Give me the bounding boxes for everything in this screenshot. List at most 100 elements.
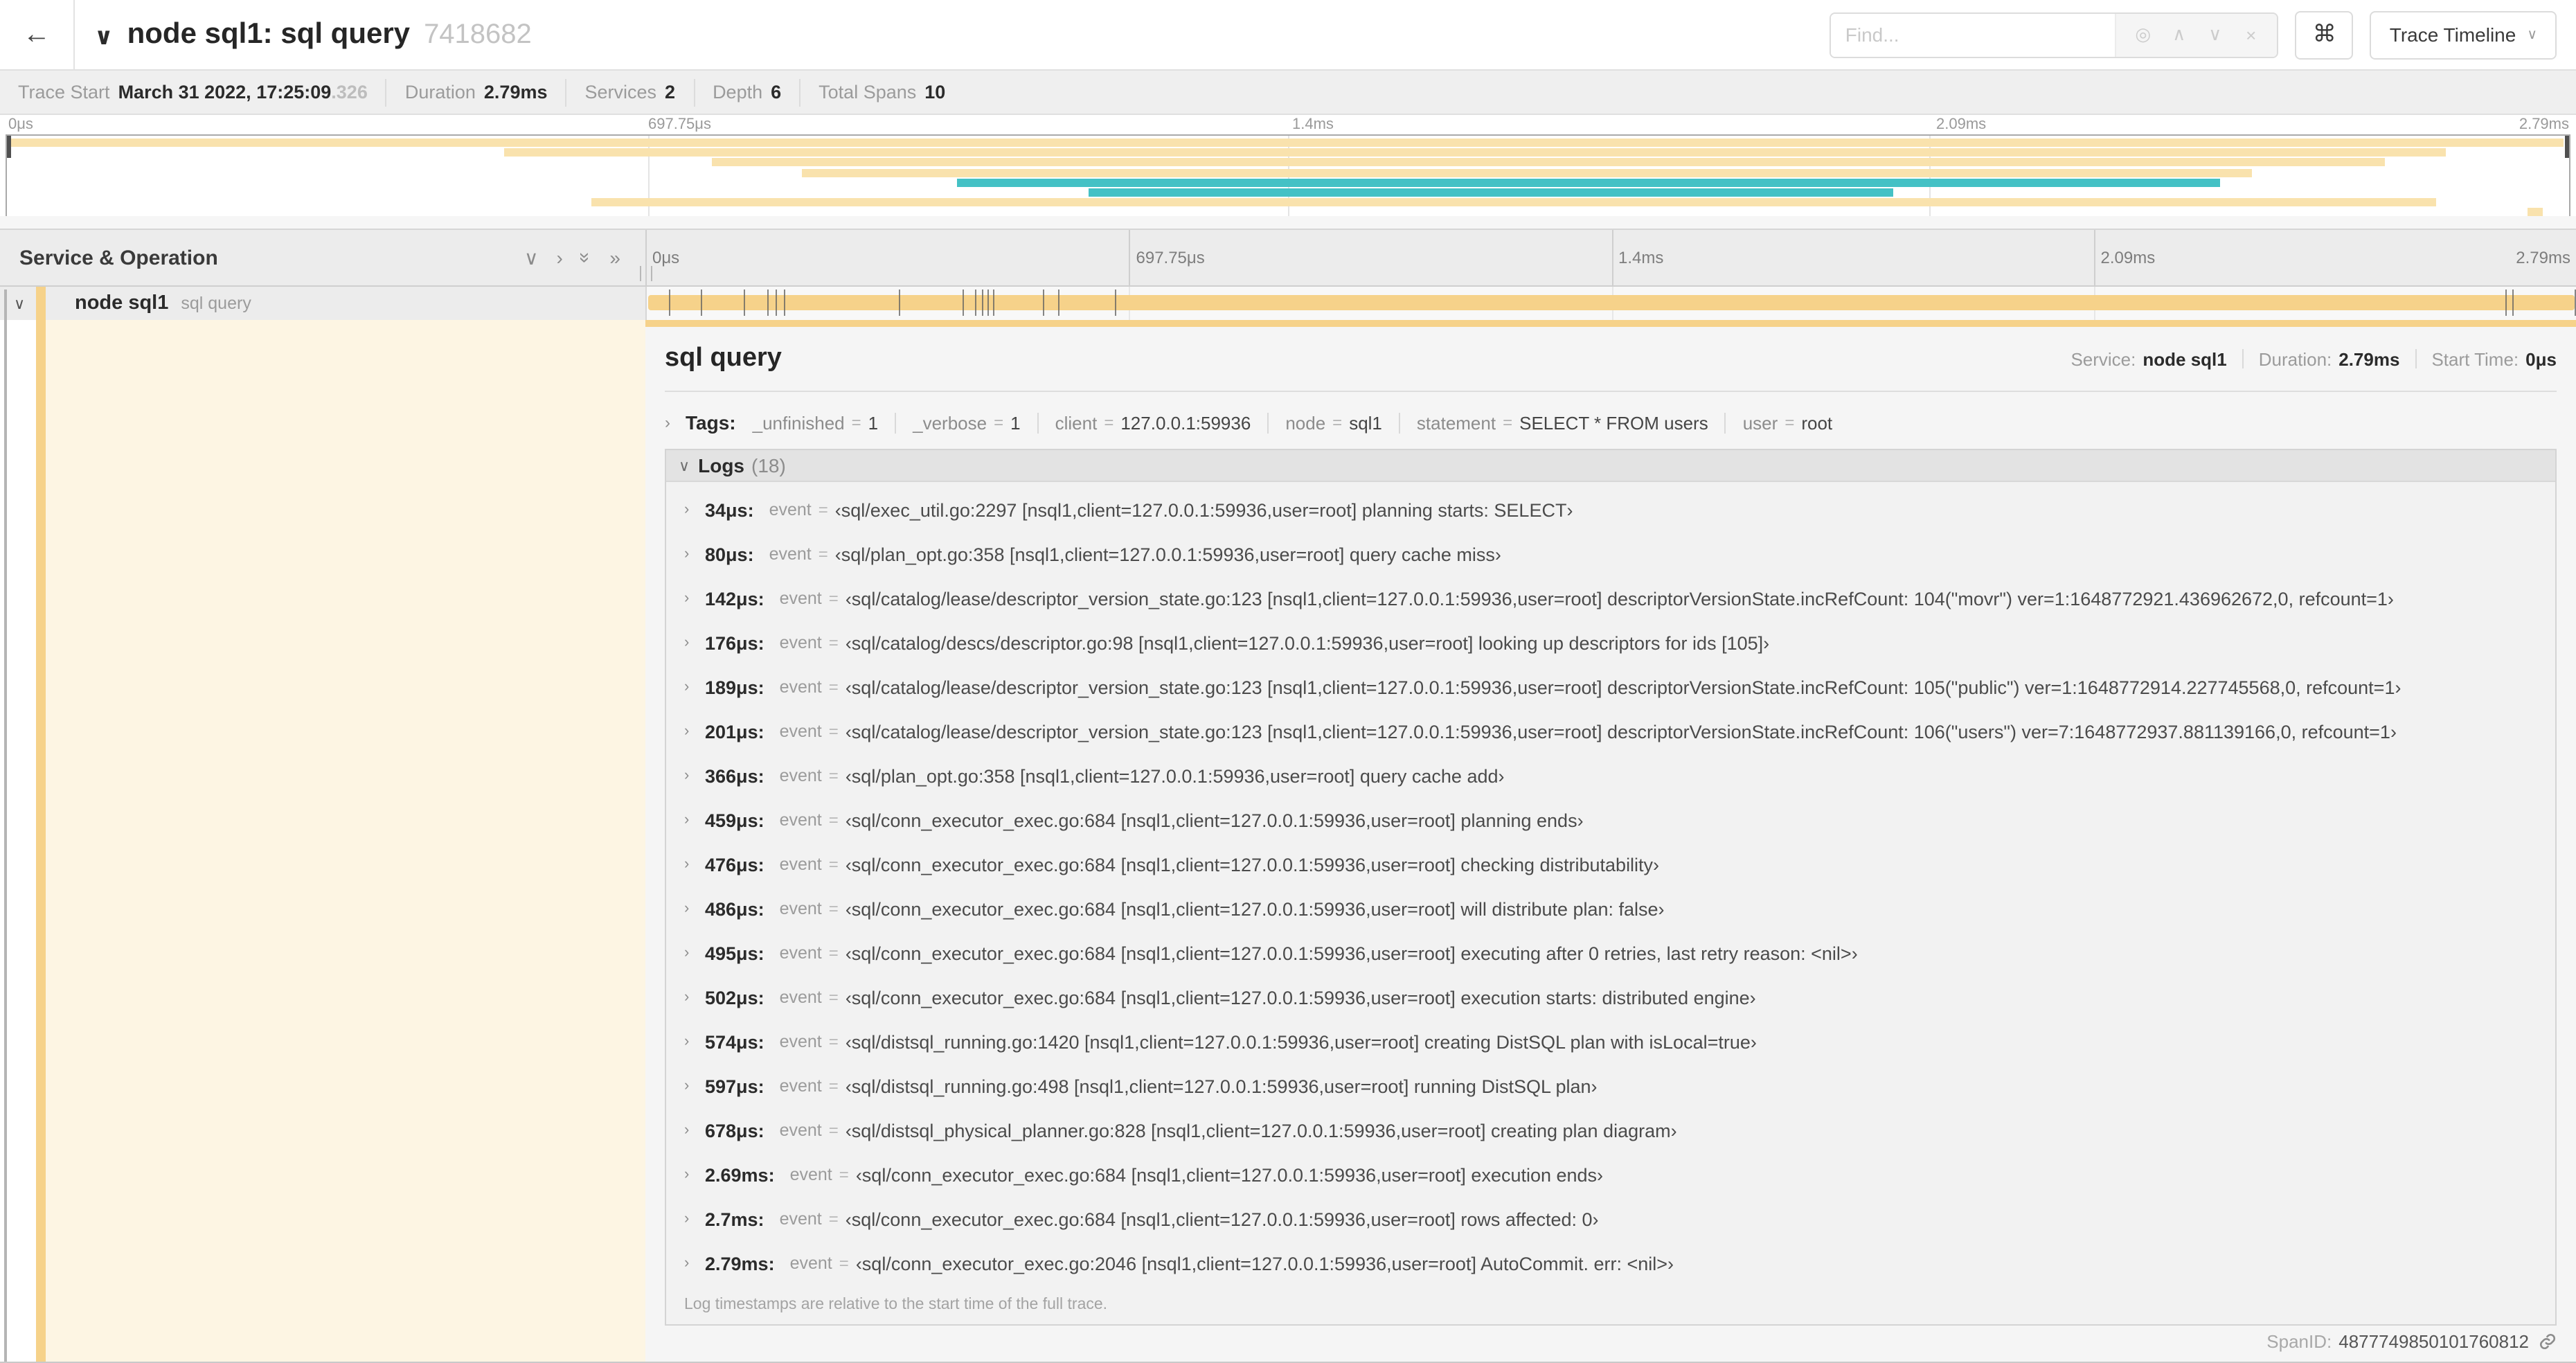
log-marker-tick[interactable]: [1114, 289, 1116, 316]
span-duration-bar[interactable]: [648, 295, 2575, 310]
tag-key: _unfinished: [752, 412, 845, 433]
log-timestamp: 366μs:: [705, 765, 764, 786]
trace-title-wrap: ∨ node sql1: sql query 7418682: [94, 18, 532, 51]
log-row[interactable]: › 2.7ms: event = ‹sql/conn_executor_exec.go:…: [666, 1197, 2555, 1241]
log-chevron-icon: ›: [684, 679, 690, 695]
log-field-value: ‹sql/conn_executor_exec.go:684 [nsql1,cl…: [845, 810, 1584, 830]
tag-divider: [1398, 412, 1400, 433]
logs-header[interactable]: ∨ Logs (18): [666, 450, 2555, 482]
log-marker-tick[interactable]: [898, 289, 900, 316]
log-field-value: ‹sql/catalog/lease/descriptor_version_st…: [845, 677, 2401, 697]
log-marker-tick[interactable]: [743, 289, 745, 316]
tag-item: _unfinished = 1: [753, 412, 879, 433]
log-marker-tick[interactable]: [668, 289, 670, 316]
minimap-tick-label: 697.75μs: [648, 116, 711, 133]
clear-search-icon[interactable]: ×: [2233, 24, 2269, 45]
collapse-all-icon[interactable]: »: [575, 252, 598, 263]
view-select-button[interactable]: Trace Timeline ∨: [2370, 10, 2557, 59]
log-row[interactable]: › 34μs: event = ‹sql/exec_util.go:2297 [nsql…: [666, 488, 2555, 532]
log-marker-tick[interactable]: [700, 289, 702, 316]
trace-info-label: Depth: [713, 82, 763, 103]
log-equals: =: [828, 810, 839, 830]
minimap-right-handle[interactable]: [2565, 136, 2569, 158]
log-marker-tick[interactable]: [981, 289, 983, 316]
span-bar-cell[interactable]: [645, 287, 2576, 320]
keyboard-shortcuts-button[interactable]: ⌘: [2295, 10, 2354, 59]
log-row[interactable]: › 678μs: event = ‹sql/distsql_physical_plann…: [666, 1108, 2555, 1152]
log-marker-tick[interactable]: [776, 289, 778, 316]
log-marker-tick[interactable]: [992, 289, 994, 316]
log-row[interactable]: › 597μs: event = ‹sql/distsql_running.go:498…: [666, 1064, 2555, 1108]
log-equals: =: [839, 1165, 849, 1184]
logs-chevron-icon: ∨: [679, 458, 690, 474]
log-field-value: ‹sql/conn_executor_exec.go:684 [nsql1,cl…: [845, 1209, 1599, 1229]
log-marker-tick[interactable]: [767, 289, 769, 316]
prev-result-icon[interactable]: ∧: [2161, 24, 2197, 46]
log-row[interactable]: › 201μs: event = ‹sql/catalog/lease/descript…: [666, 709, 2555, 754]
span-children-chevron-icon[interactable]: ∨: [14, 294, 33, 312]
log-chevron-icon: ›: [684, 900, 690, 917]
log-field-key: event: [779, 1076, 822, 1096]
axis-tick-label: 0μs: [652, 248, 680, 267]
log-field-value: ‹sql/exec_util.go:2297 [nsql1,client=127…: [834, 499, 1573, 520]
left-scroll-indicator[interactable]: [4, 289, 6, 1363]
log-marker-tick[interactable]: [963, 289, 965, 316]
focus-target-icon[interactable]: ◎: [2125, 24, 2161, 46]
log-marker-tick[interactable]: [974, 289, 976, 316]
log-marker-tick[interactable]: [1042, 289, 1044, 316]
log-row[interactable]: › 574μs: event = ‹sql/distsql_running.go:142…: [666, 1019, 2555, 1064]
log-marker-tick[interactable]: [987, 289, 990, 316]
log-equals: =: [828, 722, 839, 741]
log-field-key: event: [789, 1254, 832, 1273]
tags-row[interactable]: › Tags: _unfinished = 1 _verbose = 1 client = 12…: [665, 406, 2557, 439]
trace-info-suffix: .326: [331, 82, 368, 103]
back-button[interactable]: ←: [0, 0, 75, 69]
log-equals: =: [818, 500, 828, 519]
log-row[interactable]: › 142μs: event = ‹sql/catalog/lease/descript…: [666, 576, 2555, 621]
log-row[interactable]: › 176μs: event = ‹sql/catalog/descs/descript…: [666, 621, 2555, 665]
log-row[interactable]: › 2.79ms: event = ‹sql/conn_executor_exec.go…: [666, 1241, 2555, 1285]
trace-info-item: Trace Start March 31 2022, 17:25:09.326: [0, 78, 387, 106]
expand-all-icon[interactable]: »: [609, 247, 620, 269]
next-result-icon[interactable]: ∨: [2197, 24, 2233, 46]
minimap-canvas[interactable]: [6, 134, 2570, 219]
log-equals: =: [828, 1209, 839, 1229]
span-name-cell[interactable]: ∨ node sql1 sql query: [0, 287, 645, 320]
expand-one-icon[interactable]: ›: [556, 247, 562, 269]
log-field-key: event: [769, 544, 812, 564]
detail-stat-value: 2.79ms: [2338, 348, 2400, 369]
minimap-left-handle[interactable]: [7, 136, 11, 158]
log-row[interactable]: › 476μs: event = ‹sql/conn_executor_exec.go:…: [666, 842, 2555, 887]
tag-value: SELECT * FROM users: [1519, 412, 1708, 433]
detail-title-row: sql query Service: node sql1 Duration: 2.79…: [665, 344, 2557, 374]
log-row[interactable]: › 366μs: event = ‹sql/plan_opt.go:358 [nsql1…: [666, 754, 2555, 798]
log-row[interactable]: › 189μs: event = ‹sql/catalog/lease/descript…: [666, 665, 2555, 709]
tag-key: client: [1055, 412, 1098, 433]
log-row[interactable]: › 495μs: event = ‹sql/conn_executor_exec.go:…: [666, 931, 2555, 975]
log-row[interactable]: › 2.69ms: event = ‹sql/conn_executor_exec.go…: [666, 1152, 2555, 1197]
span-id-label: SpanID:: [2266, 1331, 2332, 1352]
minimap-span-bar: [801, 168, 2252, 177]
span-detail-panel: sql query Service: node sql1 Duration: 2.79…: [645, 320, 2576, 1363]
log-marker-tick[interactable]: [2512, 289, 2514, 316]
log-marker-tick[interactable]: [2505, 289, 2507, 316]
trace-info-value: March 31 2022, 17:25:09: [118, 82, 332, 103]
log-row[interactable]: › 486μs: event = ‹sql/conn_executor_exec.go:…: [666, 887, 2555, 931]
log-marker-tick[interactable]: [784, 289, 786, 316]
find-input[interactable]: [1831, 13, 2116, 56]
log-row[interactable]: › 459μs: event = ‹sql/conn_executor_exec.go:…: [666, 798, 2555, 842]
tags-chevron-icon: ›: [665, 413, 670, 432]
log-row[interactable]: › 80μs: event = ‹sql/plan_opt.go:358 [nsql1,…: [666, 532, 2555, 576]
collapse-one-icon[interactable]: ∨: [524, 246, 539, 269]
tag-key: user: [1742, 412, 1778, 433]
log-row[interactable]: › 502μs: event = ‹sql/conn_executor_exec.go:…: [666, 975, 2555, 1019]
trace-collapse-icon[interactable]: ∨: [94, 24, 114, 51]
log-marker-tick[interactable]: [1058, 289, 1060, 316]
log-equals: =: [828, 855, 839, 874]
log-field-value: ‹sql/plan_opt.go:358 [nsql1,client=127.0…: [845, 765, 1505, 786]
log-field-key: event: [779, 589, 822, 608]
log-timestamp: 597μs:: [705, 1076, 764, 1096]
chevron-down-icon: ∨: [2527, 27, 2537, 42]
deep-link-icon[interactable]: [2539, 1333, 2557, 1351]
stat-divider: [2415, 349, 2417, 368]
